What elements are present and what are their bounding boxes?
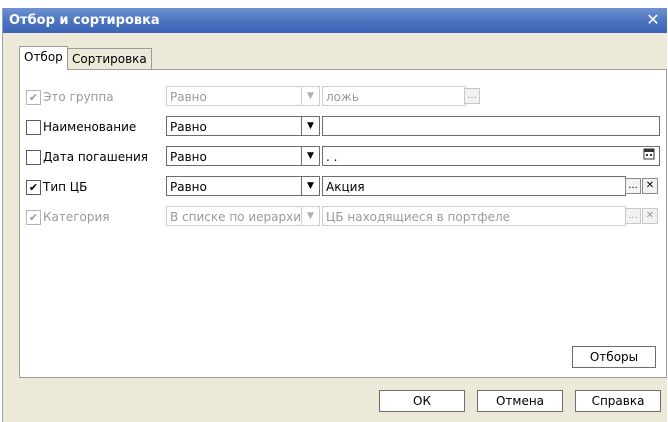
clear-icon[interactable]: ✕ xyxy=(642,178,658,194)
window-title: Отбор и сортировка xyxy=(9,13,160,28)
is-group-condition-select[interactable]: Равно xyxy=(166,86,303,106)
is-group-checkbox[interactable]: ✔ xyxy=(26,90,41,105)
cancel-button[interactable]: Отмена xyxy=(477,390,563,412)
filter-row-category: ✔ Категория В списке по иерархии ▼ ЦБ на… xyxy=(20,206,666,228)
chevron-down-icon[interactable]: ▼ xyxy=(301,206,320,226)
filter-row-security-type: ✔ Тип ЦБ Равно ▼ Акция ... ✕ xyxy=(20,176,666,198)
filter-row-is-group: ✔ Это группа Равно ▼ ложь ... xyxy=(20,86,666,108)
clear-icon[interactable]: ✕ xyxy=(642,208,658,224)
name-condition-select[interactable]: Равно xyxy=(166,116,303,136)
chevron-down-icon[interactable]: ▼ xyxy=(301,146,320,166)
security-type-value-field[interactable]: Акция xyxy=(322,176,626,196)
name-checkbox[interactable] xyxy=(26,120,41,135)
security-type-select-button[interactable]: ... xyxy=(625,178,641,194)
category-condition-select[interactable]: В списке по иерархии xyxy=(166,206,303,226)
maturity-date-condition-select[interactable]: Равно xyxy=(166,146,303,166)
tab-sort[interactable]: Сортировка xyxy=(67,48,152,69)
category-select-button[interactable]: ... xyxy=(625,208,641,224)
filter-panel: ✔ Это группа Равно ▼ ложь ... Наименован… xyxy=(19,69,667,378)
chevron-down-icon[interactable]: ▼ xyxy=(301,116,320,136)
name-value-field[interactable] xyxy=(322,116,660,136)
maturity-date-checkbox[interactable] xyxy=(26,150,41,165)
calendar-icon[interactable] xyxy=(641,148,657,164)
chevron-down-icon[interactable]: ▼ xyxy=(301,86,320,106)
name-label: Наименование xyxy=(43,120,137,134)
security-type-label: Тип ЦБ xyxy=(43,180,88,194)
security-type-condition-select[interactable]: Равно xyxy=(166,176,303,196)
dialog-window: Отбор и сортировка ✕ Отбор Сортировка ✔ … xyxy=(2,8,667,422)
category-label: Категория xyxy=(43,210,110,224)
tab-sort-label: Сортировка xyxy=(72,52,147,66)
category-checkbox[interactable]: ✔ xyxy=(26,210,41,225)
is-group-label: Это группа xyxy=(43,90,114,104)
filter-row-maturity-date: Дата погашения Равно ▼ . . xyxy=(20,146,666,168)
chevron-down-icon[interactable]: ▼ xyxy=(301,176,320,196)
tab-filter-label: Отбор xyxy=(24,50,63,64)
maturity-date-value-field[interactable]: . . xyxy=(322,146,660,166)
close-icon[interactable]: ✕ xyxy=(645,11,661,29)
category-value-field[interactable]: ЦБ находящиеся в портфеле xyxy=(322,206,626,226)
is-group-select-button[interactable]: ... xyxy=(464,88,480,104)
help-button[interactable]: Справка xyxy=(575,390,661,412)
maturity-date-label: Дата погашения xyxy=(43,150,148,164)
ok-button[interactable]: ОК xyxy=(379,390,465,412)
filter-row-name: Наименование Равно ▼ xyxy=(20,116,666,138)
filters-button[interactable]: Отборы xyxy=(572,346,656,368)
title-bar[interactable]: Отбор и сортировка ✕ xyxy=(3,8,667,33)
security-type-checkbox[interactable]: ✔ xyxy=(26,180,41,195)
tab-filter[interactable]: Отбор xyxy=(19,46,68,70)
is-group-value-field[interactable]: ложь xyxy=(322,86,466,106)
